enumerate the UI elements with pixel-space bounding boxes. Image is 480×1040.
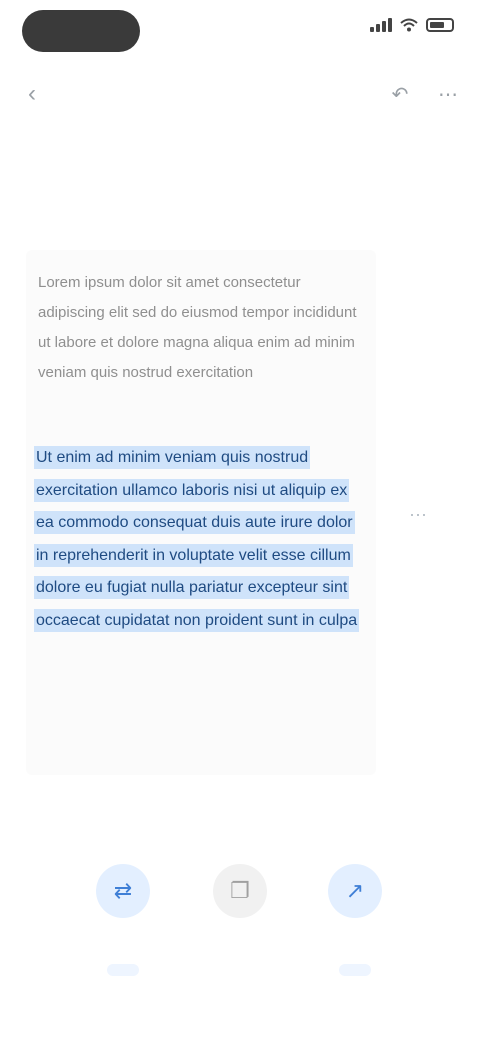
document-card: Lorem ipsum dolor sit amet consectetur a…: [26, 250, 376, 775]
status-bar: [0, 0, 480, 64]
side-scroll-handle[interactable]: ⋯: [398, 500, 438, 530]
more-options-button[interactable]: ⋯: [430, 76, 466, 112]
share-label: [339, 964, 371, 976]
selected-text[interactable]: Ut enim ad minim veniam quis nostrud exe…: [34, 446, 360, 632]
status-time: [22, 10, 140, 52]
bottom-action-bar: ⇄ ❐ ↗: [0, 860, 480, 1000]
copy-icon: ❐: [213, 864, 267, 918]
app-bar: ‹ ↶ ⋯: [0, 64, 480, 124]
chevron-left-icon: ‹: [28, 80, 36, 107]
back-button[interactable]: ‹: [14, 76, 50, 112]
translate-label: [107, 964, 139, 976]
battery-icon: [426, 18, 454, 32]
wifi-icon: [400, 18, 418, 32]
status-icons: [370, 18, 454, 32]
translate-icon: ⇄: [96, 864, 150, 918]
selected-text-block[interactable]: Ut enim ad minim veniam quis nostrud exe…: [34, 442, 368, 637]
document-paragraph: Lorem ipsum dolor sit amet consectetur a…: [38, 274, 357, 381]
signal-icon: [370, 18, 392, 32]
share-button[interactable]: ↗: [280, 860, 430, 1000]
toolbar-action-button[interactable]: ↶: [382, 76, 418, 112]
more-icon: ⋯: [438, 83, 458, 106]
undo-icon: ↶: [391, 83, 409, 106]
share-icon: ↗: [328, 864, 382, 918]
drag-handle-icon: ⋯: [409, 504, 427, 525]
document-text: Lorem ipsum dolor sit amet consectetur a…: [38, 268, 364, 388]
